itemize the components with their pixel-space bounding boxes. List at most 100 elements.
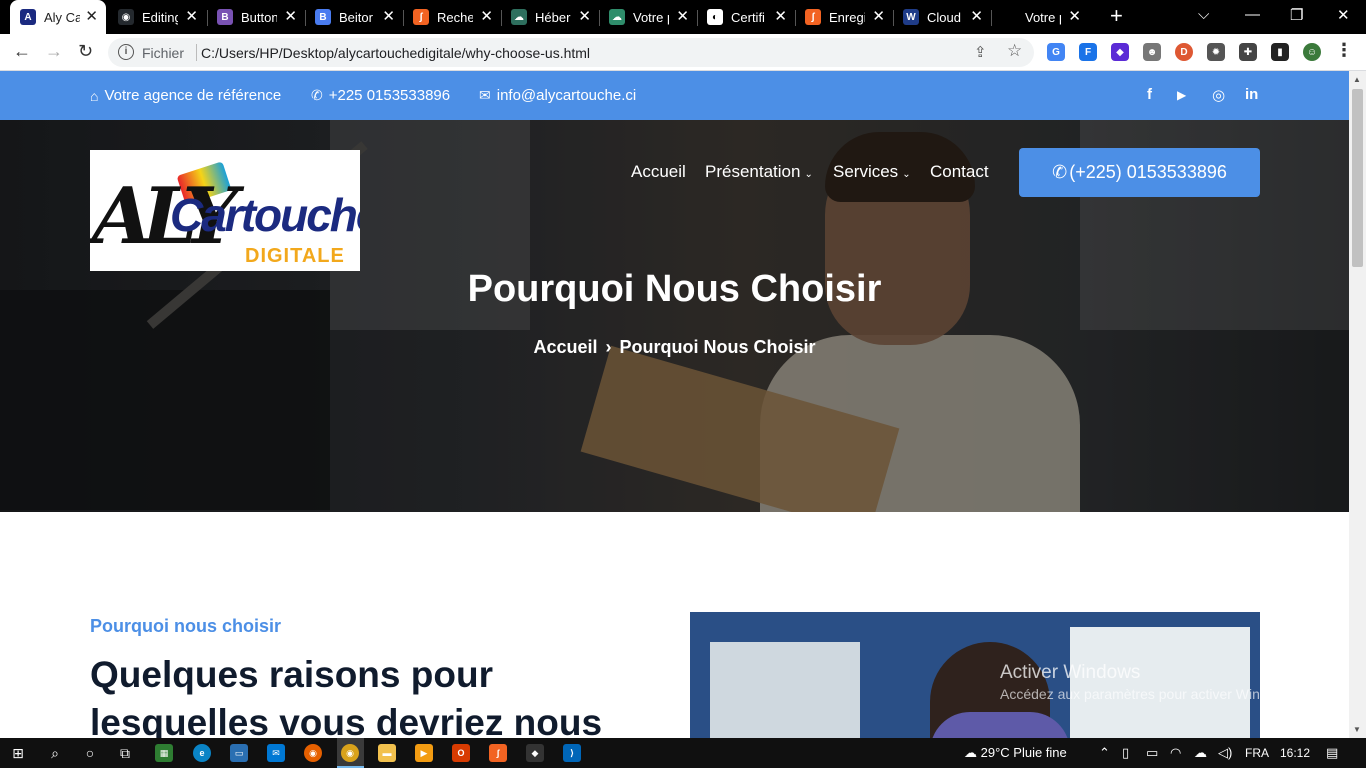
volume-icon[interactable]: ◁) [1218, 745, 1232, 761]
desktop-app-icon[interactable]: ▭ [230, 744, 248, 762]
file-explorer-icon[interactable]: ▬ [378, 744, 396, 762]
topbar-phone[interactable]: ✆ +225 0153533896 [311, 87, 450, 104]
tab-close-icon[interactable]: ✕ [774, 8, 787, 26]
tab-close-icon[interactable]: ✕ [1068, 8, 1081, 26]
nav-contact[interactable]: Contact [930, 162, 989, 182]
tab-aly-cartouche[interactable]: A Aly Ca ✕ [10, 0, 106, 34]
settings-ext-icon[interactable]: ✹ [1207, 43, 1225, 61]
tab-button[interactable]: B Button ✕ [207, 0, 305, 34]
reload-icon[interactable]: ↻ [78, 41, 93, 61]
tab-close-icon[interactable]: ✕ [676, 8, 689, 26]
tab-close-icon[interactable]: ✕ [382, 8, 395, 26]
scroll-up-icon[interactable]: ▲ [1353, 75, 1361, 84]
sublime-icon: ʃ [805, 9, 821, 25]
tab-search-chevron-icon[interactable]: ⌵ [1198, 6, 1209, 23]
site-logo[interactable]: ALY Cartouche DIGITALE [90, 150, 360, 271]
topbar-email[interactable]: ✉ info@alycartouche.ci [479, 87, 636, 104]
wifi-icon[interactable]: ◠ [1170, 745, 1181, 761]
tab-votre-2[interactable]: Votre p ✕ [991, 0, 1089, 34]
bookmark-star-icon[interactable]: ☆ [1007, 41, 1022, 61]
duckduckgo-icon[interactable]: D [1175, 43, 1193, 61]
tab-close-icon[interactable]: ✕ [185, 8, 198, 26]
flow-icon[interactable]: F [1079, 43, 1097, 61]
tab-close-icon[interactable]: ✕ [970, 8, 983, 26]
nav-accueil[interactable]: Accueil [631, 162, 686, 182]
sublime-text-icon[interactable]: ʃ [489, 744, 507, 762]
tab-title: Certifi [731, 9, 765, 25]
breadcrumb-home[interactable]: Accueil [533, 337, 597, 357]
tab-title: Button [241, 9, 277, 25]
onedrive-icon[interactable]: ☁ [1194, 745, 1207, 761]
tab-close-icon[interactable]: ✕ [578, 8, 591, 26]
calculator-icon[interactable]: ▦ [155, 744, 173, 762]
new-tab-button[interactable]: + [1110, 5, 1123, 27]
menu-kebab-icon[interactable]: ⋮ [1335, 40, 1353, 60]
email-text[interactable]: info@alycartouche.ci [497, 87, 636, 104]
nav-presentation[interactable]: Présentation ⌄ [705, 162, 813, 182]
profile-icon[interactable]: ☺ [1303, 43, 1321, 61]
search-icon[interactable]: ⌕ [46, 744, 64, 762]
scrollbar-thumb[interactable] [1352, 89, 1363, 267]
firefox-icon[interactable]: ◉ [304, 744, 322, 762]
language-indicator[interactable]: FRA [1245, 746, 1269, 760]
phone-text[interactable]: +225 0153533896 [329, 87, 450, 104]
windows-start-icon[interactable]: ⊞ [9, 744, 27, 762]
chevron-down-icon: ⌄ [804, 169, 813, 180]
weather-widget[interactable]: ☁ 29°C Pluie fine [964, 745, 1067, 761]
page-title: Pourquoi Nous Choisir [467, 268, 882, 310]
vscode-icon[interactable]: ⟩ [563, 744, 581, 762]
nav-services[interactable]: Services ⌄ [833, 162, 911, 182]
tab-title: Enregi [829, 9, 865, 25]
notifications-icon[interactable]: ▤ [1326, 745, 1338, 761]
youtube-icon[interactable]: ▶ [1177, 88, 1186, 102]
git-icon[interactable]: ◆ [526, 744, 544, 762]
device-icon[interactable]: ▯ [1122, 745, 1129, 761]
instagram-icon[interactable]: ◎ [1212, 86, 1225, 104]
mail-icon[interactable]: ✉ [267, 744, 285, 762]
sidepanel-icon[interactable]: ▮ [1271, 43, 1289, 61]
office-icon[interactable]: O [452, 744, 470, 762]
call-button-label: (+225) 0153533896 [1069, 162, 1227, 182]
tab-close-icon[interactable]: ✕ [872, 8, 885, 26]
address-bar[interactable]: i Fichier C:/Users/HP/Desktop/alycartouc… [108, 38, 1034, 67]
site-info-icon[interactable]: i [118, 44, 134, 60]
face-icon[interactable]: ☻ [1143, 43, 1161, 61]
task-view-icon[interactable]: ⧉ [116, 744, 134, 762]
bootstrap-icon: B [217, 9, 233, 25]
page-scrollbar[interactable]: ▲ ▼ [1349, 71, 1366, 738]
chrome-icon[interactable]: ◉ [341, 744, 359, 762]
url-text[interactable]: C:/Users/HP/Desktop/alycartouchedigitale… [201, 45, 590, 61]
tab-close-icon[interactable]: ✕ [85, 8, 98, 26]
restore-icon[interactable]: ❐ [1290, 6, 1303, 24]
clock[interactable]: 16:12 [1280, 746, 1310, 760]
tab-title: Aly Ca [44, 9, 80, 25]
scroll-down-icon[interactable]: ▼ [1353, 725, 1361, 734]
tab-certifi[interactable]: ◐ Certifi ✕ [697, 0, 795, 34]
tab-heber[interactable]: ☁ Héber ✕ [501, 0, 599, 34]
tab-close-icon[interactable]: ✕ [480, 8, 493, 26]
translate-icon[interactable]: G [1047, 43, 1065, 61]
close-window-icon[interactable]: ✕ [1337, 6, 1350, 24]
battery-icon[interactable]: ▭ [1146, 745, 1158, 761]
tab-close-icon[interactable]: ✕ [284, 8, 297, 26]
tab-beitor[interactable]: B Beitor ✕ [305, 0, 403, 34]
back-arrow-icon[interactable]: ← [13, 41, 31, 61]
tab-cloud[interactable]: W Cloud ✕ [893, 0, 991, 34]
layers-icon[interactable]: ◆ [1111, 43, 1129, 61]
call-button[interactable]: ✆ (+225) 0153533896 [1019, 148, 1260, 197]
minimize-icon[interactable]: — [1245, 6, 1260, 23]
show-hidden-icons-icon[interactable]: ⌃ [1099, 745, 1110, 761]
media-player-icon[interactable]: ▶ [415, 744, 433, 762]
forward-arrow-icon[interactable]: → [45, 41, 63, 61]
tab-title: Votre p [1025, 9, 1061, 25]
tab-editing[interactable]: ◉ Editing ✕ [108, 0, 206, 34]
share-icon[interactable]: ⇪ [974, 43, 987, 61]
facebook-icon[interactable]: f [1147, 86, 1152, 103]
edge-icon[interactable]: e [193, 744, 211, 762]
tab-recher[interactable]: ʃ Recher ✕ [403, 0, 501, 34]
tab-votre-1[interactable]: ☁ Votre p ✕ [599, 0, 697, 34]
tab-enregi[interactable]: ʃ Enregi ✕ [795, 0, 893, 34]
linkedin-icon[interactable]: in [1245, 86, 1258, 103]
cortana-icon[interactable]: ○ [81, 744, 99, 762]
puzzle-icon[interactable]: ✚ [1239, 43, 1257, 61]
